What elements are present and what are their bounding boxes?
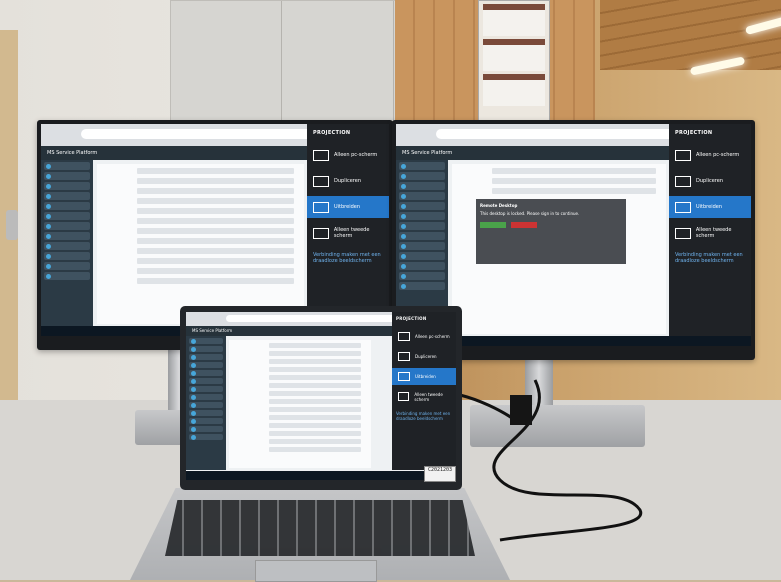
item-icon	[191, 426, 196, 432]
laptop-keyboard[interactable]	[165, 500, 475, 556]
form-field[interactable]	[269, 407, 361, 412]
form-field[interactable]	[269, 439, 361, 444]
item-icon	[191, 434, 196, 440]
form-field[interactable]	[269, 415, 361, 420]
sidebar-item[interactable]	[189, 362, 223, 368]
power-adapter	[510, 395, 532, 425]
form-field[interactable]	[269, 423, 361, 428]
form-field[interactable]	[269, 375, 361, 380]
item-icon	[191, 362, 196, 368]
item-icon	[191, 410, 196, 416]
form-field[interactable]	[269, 383, 361, 388]
sidebar-item[interactable]	[189, 354, 223, 360]
form-field[interactable]	[269, 351, 361, 356]
power-cable	[459, 393, 513, 420]
item-icon	[191, 354, 196, 360]
windows-taskbar[interactable]	[186, 471, 456, 480]
projection-panel: PROJECTION Alleen pc-scherm Dupliceren U…	[392, 312, 456, 470]
option-label: Alleen pc-scherm	[415, 334, 450, 339]
second-screen-icon	[398, 392, 410, 401]
projection-option-extend[interactable]: Uitbreiden	[392, 368, 456, 385]
item-icon	[191, 346, 196, 352]
projection-option-duplicate[interactable]: Dupliceren	[392, 348, 456, 365]
item-icon	[191, 402, 196, 408]
sidebar-item[interactable]	[189, 434, 223, 440]
item-icon	[191, 394, 196, 400]
option-label: Uitbreiden	[415, 374, 436, 379]
laptop-trackpad[interactable]	[255, 560, 377, 582]
sidebar-item[interactable]	[189, 378, 223, 384]
sidebar-item[interactable]	[189, 410, 223, 416]
item-icon	[191, 418, 196, 424]
item-icon	[191, 378, 196, 384]
sidebar-item[interactable]	[189, 346, 223, 352]
duplicate-screen-icon	[398, 352, 410, 361]
projection-option-second-only[interactable]: Alleen tweede scherm	[392, 388, 456, 405]
form-field[interactable]	[269, 367, 361, 372]
asset-sticker: C2021203	[424, 466, 456, 482]
projection-option-pc-only[interactable]: Alleen pc-scherm	[392, 328, 456, 345]
single-screen-icon	[398, 332, 410, 341]
form-area	[229, 340, 371, 468]
laptop-display: MS Service Platform PROJECTION Alleen pc…	[180, 306, 462, 490]
form-field[interactable]	[269, 391, 361, 396]
sidebar-item[interactable]	[189, 338, 223, 344]
form-field[interactable]	[269, 447, 361, 452]
sidebar-item[interactable]	[189, 426, 223, 432]
form-field[interactable]	[269, 431, 361, 436]
extend-screen-icon	[398, 372, 410, 381]
wireless-display-link[interactable]: Verbinding maken met een draadloze beeld…	[392, 408, 456, 424]
sidebar-item[interactable]	[189, 402, 223, 408]
item-icon	[191, 386, 196, 392]
option-label: Dupliceren	[415, 354, 437, 359]
form-field[interactable]	[269, 359, 361, 364]
sidebar-item[interactable]	[189, 418, 223, 424]
form-field[interactable]	[269, 399, 361, 404]
form-field[interactable]	[269, 343, 361, 348]
laptop-screen: MS Service Platform PROJECTION Alleen pc…	[186, 312, 456, 480]
item-icon	[191, 370, 196, 376]
sidebar-item[interactable]	[189, 370, 223, 376]
projection-title: PROJECTION	[396, 316, 427, 321]
sidebar-item[interactable]	[189, 394, 223, 400]
option-label: Alleen tweede scherm	[414, 391, 443, 402]
app-sidebar	[186, 336, 226, 470]
sidebar-item[interactable]	[189, 386, 223, 392]
item-icon	[191, 338, 196, 344]
